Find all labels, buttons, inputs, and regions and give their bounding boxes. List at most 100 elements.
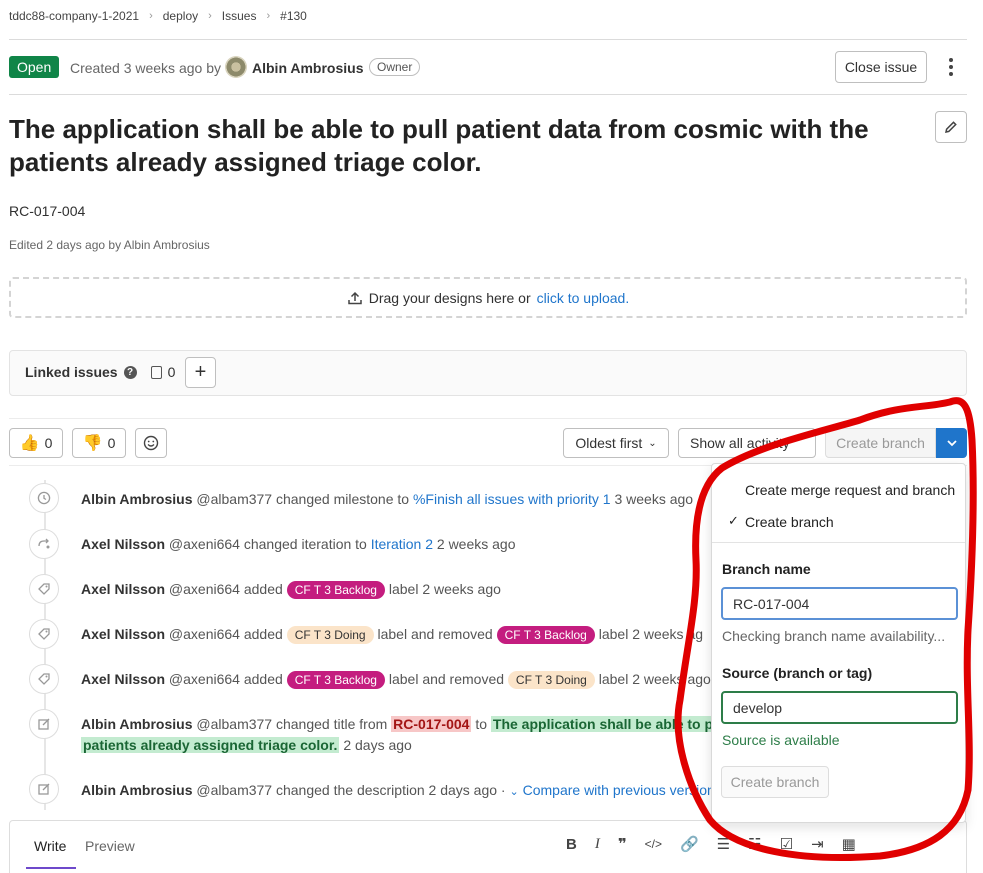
chevron-down-icon: ⌄ — [648, 437, 657, 449]
timeline-item: Axel Nilsson @axeni664 changed iteration… — [81, 536, 516, 552]
edited-text: Edited 2 days ago by Albin Ambrosius — [9, 238, 210, 252]
source-status: Source is available — [722, 732, 840, 748]
add-linked-issue-button[interactable]: + — [185, 357, 216, 388]
timeline-item: Axel Nilsson @axeni664 added CF T 3 Back… — [81, 671, 711, 689]
timeline-author[interactable]: Axel Nilsson — [81, 671, 165, 687]
plus-icon: + — [194, 361, 207, 383]
breadcrumb-issues[interactable]: Issues — [222, 9, 257, 23]
issues-count-icon — [150, 365, 162, 379]
label-badge[interactable]: CF T 3 Doing — [507, 671, 595, 689]
label-icon — [38, 583, 50, 595]
chevron-down-icon — [946, 439, 957, 446]
timeline-author[interactable]: Axel Nilsson — [81, 626, 165, 642]
author-name[interactable]: Albin Ambrosius — [252, 60, 364, 76]
timeline-action: changed the description 2 days ago · — [275, 782, 506, 798]
avatar[interactable] — [225, 56, 247, 78]
timeline-author[interactable]: Albin Ambrosius — [81, 782, 193, 798]
divider — [712, 542, 965, 543]
submit-create-branch-button[interactable]: Create branch — [721, 766, 829, 798]
comment-editor: Write Preview B I ❞ </> 🔗 ☰ ☷ ☑ ⇥ ▦ — [9, 820, 967, 873]
tab-preview[interactable]: Preview — [85, 838, 135, 854]
question-icon[interactable]: ? — [123, 365, 137, 379]
chevron-right-icon: › — [208, 10, 212, 22]
timeline-handle: @axeni664 — [168, 626, 240, 642]
link-icon[interactable]: 🔗 — [680, 835, 699, 853]
thumbs-up-button[interactable]: 👍 0 — [9, 428, 63, 458]
bold-icon[interactable]: B — [566, 836, 577, 853]
option-create-branch[interactable]: Create branch — [745, 514, 834, 530]
edit-title-button[interactable] — [935, 111, 967, 143]
compare-link[interactable]: Compare with previous version — [523, 782, 715, 798]
milestone-link[interactable]: %Finish all issues with priority 1 — [413, 491, 611, 507]
design-upload-dropzone[interactable]: Drag your designs here or click to uploa… — [9, 277, 967, 318]
timeline-author[interactable]: Albin Ambrosius — [81, 716, 193, 732]
timeline-author[interactable]: Albin Ambrosius — [81, 491, 193, 507]
label-icon — [38, 673, 50, 685]
breadcrumb-project[interactable]: tddc88-company-1-2021 — [9, 9, 139, 23]
timeline-item-continued: patients already assigned triage color. … — [81, 737, 412, 753]
breadcrumb-repo[interactable]: deploy — [163, 9, 198, 23]
thumbs-down-count: 0 — [107, 435, 116, 451]
numbered-list-icon[interactable]: ☷ — [748, 835, 761, 853]
label-badge[interactable]: CF T 3 Backlog — [286, 671, 385, 689]
iteration-link[interactable]: Iteration 2 — [371, 536, 433, 552]
chevron-right-icon: › — [149, 10, 153, 22]
timeline-author[interactable]: Axel Nilsson — [81, 536, 165, 552]
clock-icon — [37, 491, 51, 505]
label-badge[interactable]: CF T 3 Doing — [286, 626, 374, 644]
upload-icon — [348, 291, 362, 304]
linked-issues-panel: Linked issues ? 0 + — [9, 350, 967, 396]
timeline-time: 2 weeks ago — [436, 536, 516, 552]
divider — [9, 39, 967, 40]
divider — [9, 418, 967, 419]
timeline-time: 3 weeks ago — [614, 491, 694, 507]
timeline-item: Axel Nilsson @axeni664 added CF T 3 Back… — [81, 581, 501, 599]
close-issue-button[interactable]: Close issue — [835, 51, 927, 83]
breadcrumb-issue-number[interactable]: #130 — [280, 9, 307, 23]
activity-filter-dropdown[interactable]: Show all activity — [678, 428, 816, 458]
old-title: RC-017-004 — [391, 716, 472, 732]
quote-icon[interactable]: ❞ — [618, 835, 627, 853]
tab-active-indicator — [26, 867, 76, 869]
sort-dropdown[interactable]: Oldest first ⌄ — [563, 428, 669, 458]
add-reaction-button[interactable] — [135, 428, 167, 458]
thumbs-up-count: 0 — [44, 435, 53, 451]
breadcrumb: tddc88-company-1-2021 › deploy › Issues … — [9, 9, 307, 23]
timeline-action: label 2 weeks ago — [388, 581, 501, 597]
more-actions-icon[interactable] — [941, 55, 961, 79]
check-icon: ✓ — [728, 513, 739, 528]
timeline-item: Albin Ambrosius @albam377 changed the de… — [81, 782, 715, 798]
timeline-item: Axel Nilsson @axeni664 added CF T 3 Doin… — [81, 626, 703, 644]
timeline-action: added — [243, 626, 283, 642]
table-icon[interactable]: ▦ — [842, 835, 856, 853]
source-input[interactable]: develop — [721, 691, 958, 724]
chevron-down-icon: ⌄ — [509, 786, 519, 798]
status-badge: Open — [9, 56, 60, 78]
upload-link[interactable]: click to upload. — [537, 290, 630, 306]
create-branch-button[interactable]: Create branch — [825, 428, 936, 458]
timeline-action: changed iteration to — [243, 536, 367, 552]
iteration-icon — [38, 538, 50, 549]
bullet-list-icon[interactable]: ☰ — [717, 835, 730, 853]
italic-icon[interactable]: I — [595, 836, 600, 853]
create-branch-toggle[interactable] — [936, 428, 967, 458]
timeline-action: label and removed — [377, 626, 493, 642]
thumbs-down-button[interactable]: 👎 0 — [72, 428, 126, 458]
collapsible-icon[interactable]: ⇥ — [811, 835, 824, 853]
tab-write[interactable]: Write — [34, 838, 66, 854]
timeline-action: added — [243, 581, 283, 597]
label-badge[interactable]: CF T 3 Backlog — [496, 626, 595, 644]
branch-name-input[interactable]: RC-017-004 — [721, 587, 958, 620]
code-icon[interactable]: </> — [645, 837, 662, 851]
timeline-time: 2 days ago — [343, 737, 412, 753]
timeline-icon — [29, 619, 59, 649]
timeline-handle: @albam377 — [196, 782, 273, 798]
timeline-author[interactable]: Axel Nilsson — [81, 581, 165, 597]
task-list-icon[interactable]: ☑ — [780, 835, 793, 853]
source-label: Source (branch or tag) — [722, 665, 873, 681]
thumbs-up-icon: 👍 — [19, 435, 40, 452]
timeline-action: to — [475, 716, 488, 732]
option-create-mr-and-branch[interactable]: Create merge request and branch — [745, 482, 955, 498]
label-badge[interactable]: CF T 3 Backlog — [286, 581, 385, 599]
timeline-icon — [29, 529, 59, 559]
